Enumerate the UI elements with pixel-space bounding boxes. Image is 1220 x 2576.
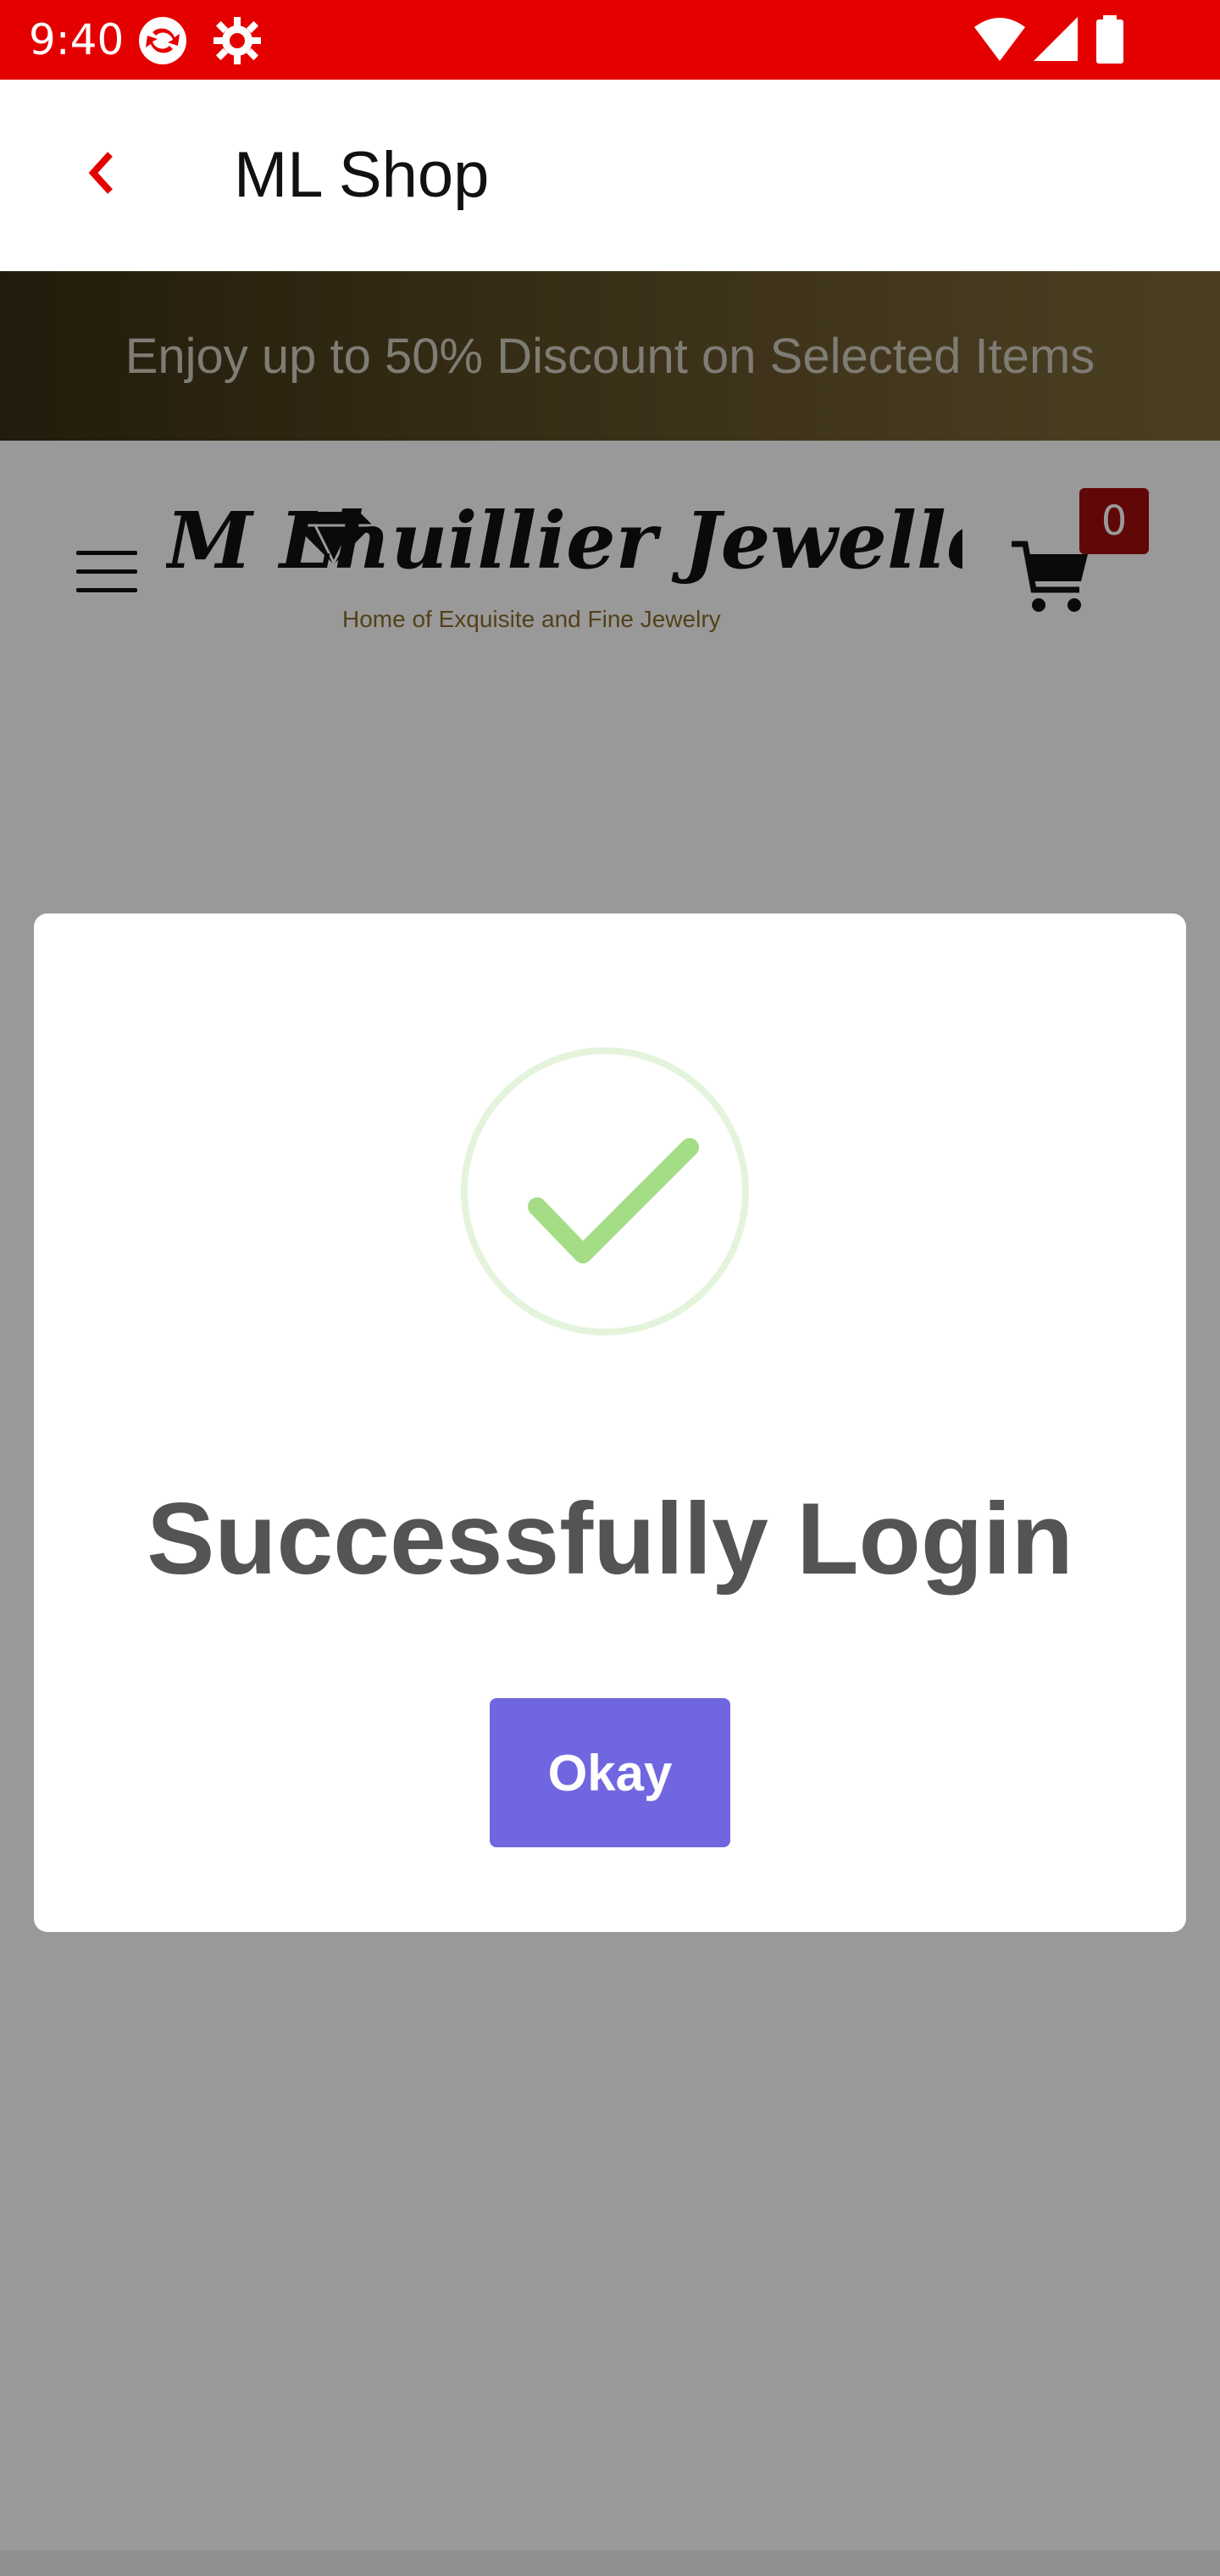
okay-button[interactable]: Okay [490, 1698, 730, 1847]
chevron-left-icon [88, 152, 113, 194]
success-dialog: Successfully Login Okay [34, 913, 1186, 1932]
bottom-edge [0, 2551, 1220, 2576]
settings-gear-icon [214, 17, 261, 64]
success-check-icon [528, 1138, 699, 1263]
status-bar: 9:40 [0, 0, 1220, 80]
app-bar: ML Shop [0, 80, 1220, 271]
back-button[interactable] [68, 139, 136, 207]
sync-app-icon [139, 17, 186, 64]
wifi-icon [974, 18, 1025, 61]
status-time: 9:40 [29, 15, 125, 64]
app-title: ML Shop [234, 139, 490, 211]
dialog-title: Successfully Login [147, 1482, 1073, 1596]
signal-icon [1034, 17, 1078, 61]
battery-icon [1096, 15, 1123, 64]
